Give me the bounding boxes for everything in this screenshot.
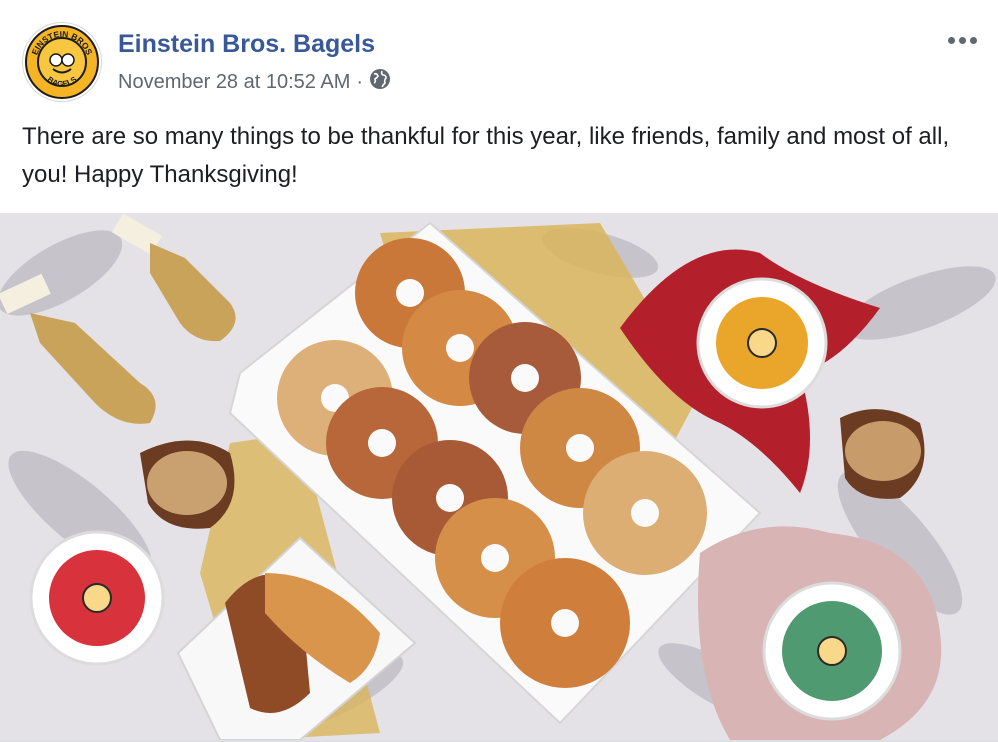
dot — [958, 36, 966, 44]
facebook-post: EINSTEIN BROS BAGELS Einstein Bros. Bage… — [0, 0, 998, 742]
post-photo[interactable] — [0, 213, 998, 740]
thanksgiving-bagels-image — [0, 213, 998, 740]
timestamp-link[interactable]: November 28 at 10:52 AM — [118, 71, 350, 94]
globe-icon[interactable] — [369, 68, 391, 96]
post-meta: November 28 at 10:52 AM · — [118, 68, 391, 96]
more-options-icon — [947, 36, 955, 44]
einstein-bros-logo: EINSTEIN BROS BAGELS — [25, 25, 99, 99]
page-avatar[interactable]: EINSTEIN BROS BAGELS — [22, 22, 102, 102]
more-options-button[interactable] — [944, 28, 980, 52]
page-name-link[interactable]: Einstein Bros. Bagels — [118, 30, 375, 59]
post-text: There are so many things to be thankful … — [22, 123, 950, 188]
meta-separator: · — [356, 70, 364, 93]
dot — [969, 36, 977, 44]
